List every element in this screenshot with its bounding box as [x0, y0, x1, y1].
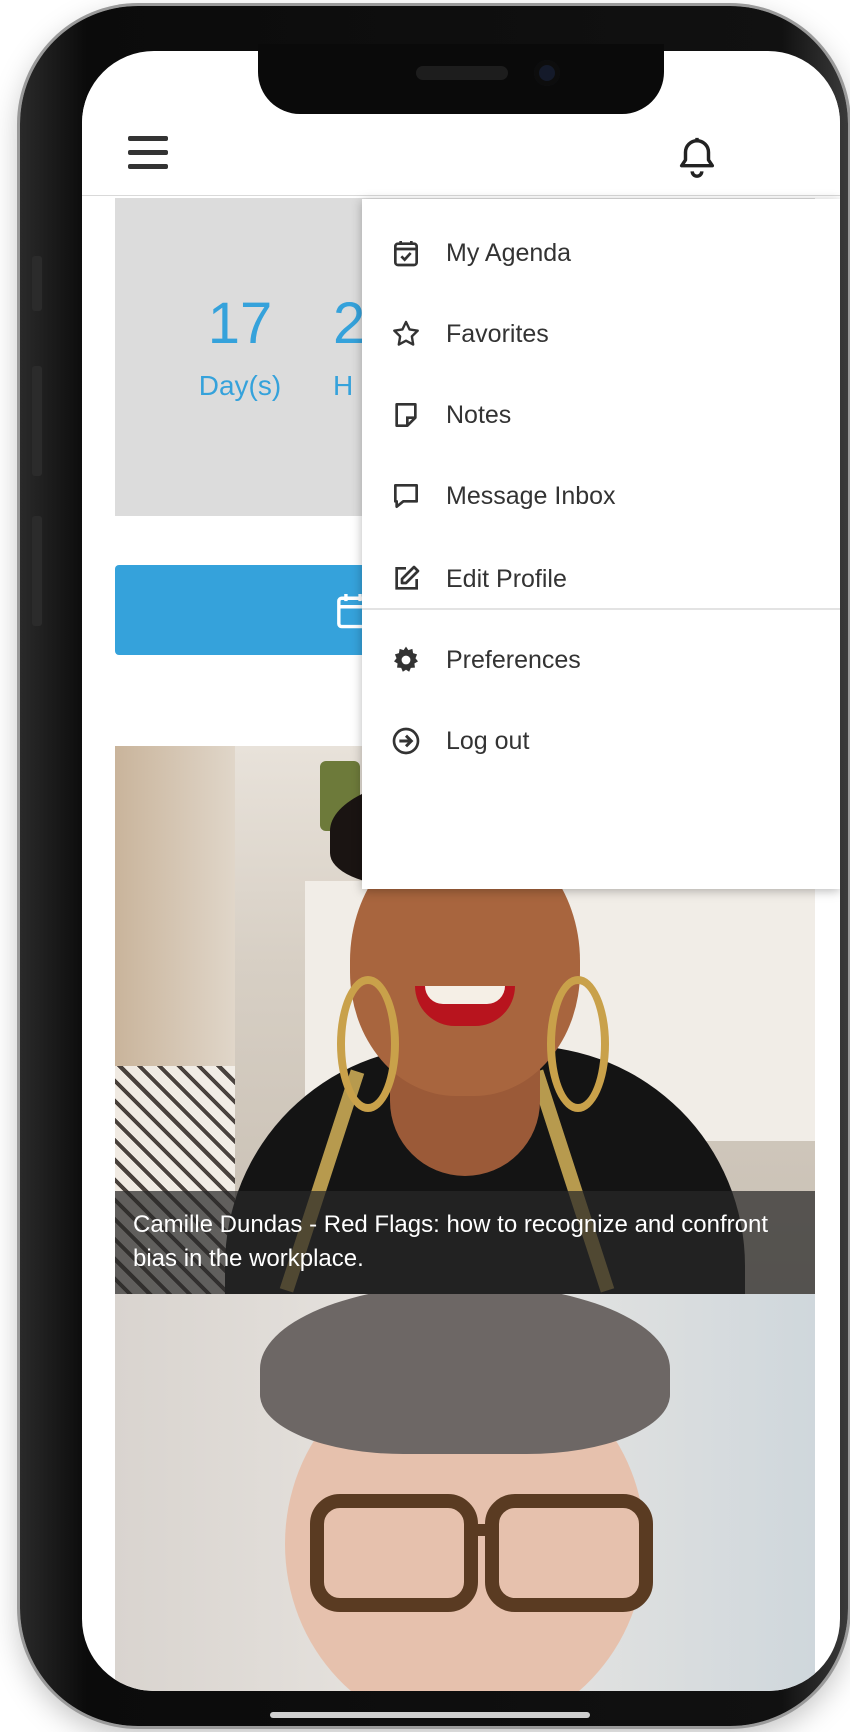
menu-item-edit-profile[interactable]: Edit Profile: [362, 539, 840, 619]
volume-down-button: [32, 516, 42, 626]
gear-icon: [394, 646, 418, 672]
edit-icon: [395, 565, 420, 590]
calendar-check-icon: [394, 241, 418, 267]
days-label: Day(s): [198, 370, 282, 401]
menu-item-label: Log out: [446, 727, 530, 755]
menu-item-message-inbox[interactable]: Message Inbox: [362, 456, 840, 536]
menu-item-preferences[interactable]: Preferences: [362, 620, 840, 700]
app-screen: 17 Day(s) 2 H Camille Dundas - Red Flags…: [82, 51, 840, 1691]
menu-item-label: My Agenda: [446, 239, 572, 267]
chat-bubble-icon: [394, 484, 418, 508]
user-dropdown-menu: My Agenda Favorites Notes Message Inbox …: [362, 199, 840, 889]
session-card[interactable]: [115, 1294, 815, 1691]
speaker-grille: [416, 66, 508, 80]
menu-item-label: Edit Profile: [446, 565, 567, 593]
notch: [258, 44, 664, 114]
menu-item-label: Favorites: [446, 320, 549, 348]
home-indicator: [270, 1712, 590, 1718]
bell-icon[interactable]: [674, 135, 720, 181]
menu-item-label: Notes: [446, 401, 512, 429]
star-icon: [393, 320, 419, 346]
menu-item-log-out[interactable]: Log out: [362, 701, 840, 781]
mute-switch: [32, 256, 42, 311]
front-camera: [534, 60, 560, 86]
logout-icon: [392, 727, 420, 755]
days-value: 17: [207, 291, 273, 356]
phone-frame: 17 Day(s) 2 H Camille Dundas - Red Flags…: [20, 6, 848, 1726]
sticky-note-icon: [395, 403, 417, 427]
menu-item-label: Message Inbox: [446, 482, 616, 510]
menu-item-my-agenda[interactable]: My Agenda: [362, 213, 840, 293]
menu-item-favorites[interactable]: Favorites: [362, 294, 840, 374]
volume-up-button: [32, 366, 42, 476]
menu-item-notes[interactable]: Notes: [362, 375, 840, 455]
hamburger-icon[interactable]: [128, 136, 168, 170]
menu-item-label: Preferences: [446, 646, 581, 674]
session-caption: Camille Dundas - Red Flags: how to recog…: [115, 1191, 815, 1294]
